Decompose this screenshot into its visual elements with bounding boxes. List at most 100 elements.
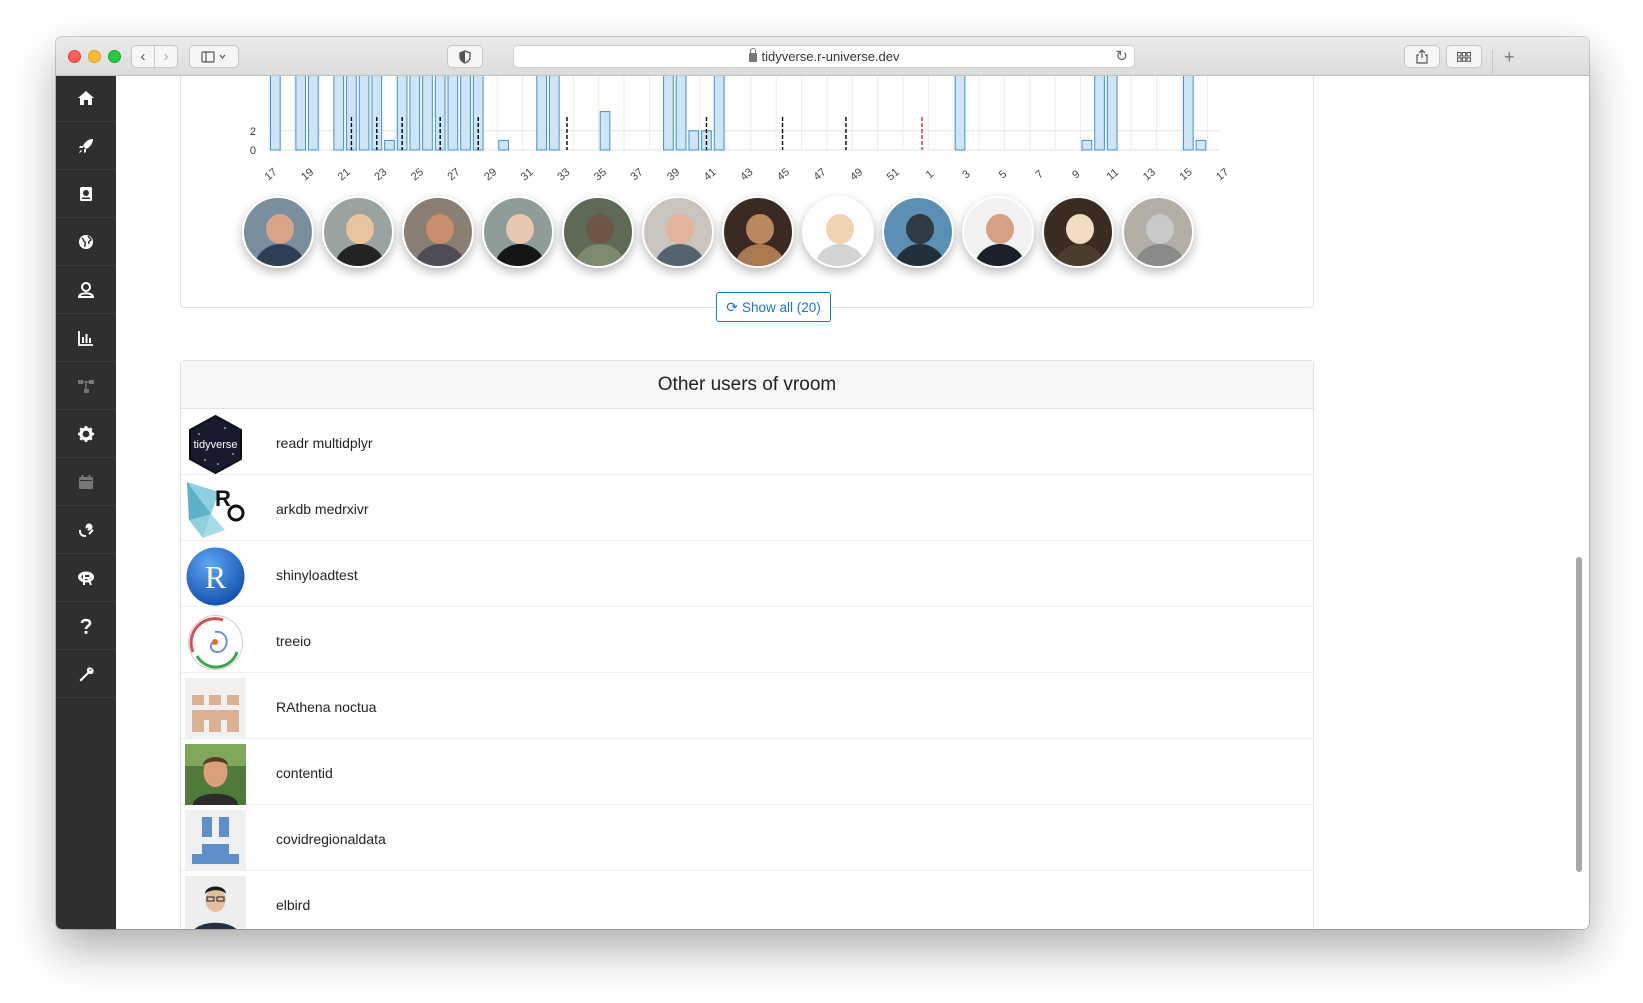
contributor-avatar[interactable] [722,196,794,268]
ropensci-logo[interactable]: R [185,480,246,541]
show-all-contributors-button[interactable]: ⟳ Show all (20) [716,292,831,322]
user-name[interactable]: treeio [276,633,311,649]
chevron-right-icon: › [163,48,169,65]
wrench-icon [79,666,94,681]
user-row[interactable]: elbird [181,871,1313,929]
sidebar-item-r-logo[interactable] [56,554,116,602]
user-row[interactable]: contentid [181,739,1313,805]
r-logo[interactable]: R [185,546,246,607]
user-row[interactable]: tidyverse readr multidplyr [181,409,1313,475]
chart-bar[interactable] [1182,76,1194,151]
contributor-avatar[interactable] [242,196,314,268]
user-row[interactable]: Rarkdb medrxivr [181,475,1313,541]
minimize-window-button[interactable] [88,50,101,63]
x-tick-label: 25 [409,166,426,183]
chart-bar[interactable] [295,76,307,151]
toolbar-divider [1492,50,1493,76]
home-icon [78,90,94,105]
user-name[interactable]: elbird [276,897,310,913]
contributor-avatar[interactable] [1122,196,1194,268]
avatar-body [494,244,546,266]
identicon-orange[interactable] [185,678,246,739]
user-row[interactable]: covidregionaldata [181,805,1313,871]
chart-bar[interactable] [954,76,966,151]
chart-bar[interactable] [536,76,547,151]
user-name[interactable]: readr multidplyr [276,435,372,451]
new-tab-icon[interactable]: + [1504,47,1515,68]
chart-bar[interactable] [422,76,433,151]
chart-bar[interactable] [599,111,611,151]
chart-bar[interactable] [1195,139,1207,151]
contributor-avatar[interactable] [482,196,554,268]
person-avatar-2[interactable] [185,876,246,929]
tidyverse-logo[interactable]: tidyverse [185,414,246,475]
x-tick-label: 17 [263,166,280,183]
contributor-avatar[interactable] [322,196,394,268]
chart-bar[interactable] [548,76,560,151]
user-row[interactable]: Rshinyloadtest [181,541,1313,607]
chart-bar[interactable] [713,76,725,151]
chart-bar[interactable] [1094,76,1105,151]
treeio-logo[interactable] [185,612,246,673]
sidebar-item-home[interactable] [56,74,116,122]
chart-bar[interactable] [498,139,509,151]
sidebar-item-bar-chart[interactable] [56,314,116,362]
tab-overview-button[interactable] [1446,45,1482,68]
y-tick-label: 0 [250,145,256,157]
contributor-avatar[interactable] [1042,196,1114,268]
user-row[interactable]: RAthena noctua [181,673,1313,739]
sidebar-item-satellite[interactable] [56,506,116,554]
chart-bar[interactable] [688,130,700,151]
chart-bar[interactable] [358,76,370,151]
sidebar-item-user[interactable] [56,266,116,314]
chart-bar[interactable] [308,76,319,151]
contributor-avatar[interactable] [962,196,1034,268]
forward-button[interactable]: › [154,45,178,68]
sidebar-toggle-button[interactable] [189,45,239,68]
user-name[interactable]: arkdb medrxivr [276,501,369,517]
sidebar-item-sitemap[interactable] [56,362,116,410]
contributor-avatar[interactable] [402,196,474,268]
user-name[interactable]: RAthena noctua [276,699,376,715]
chart-bar[interactable] [663,76,674,151]
sidebar-item-book[interactable] [56,170,116,218]
chart-bar[interactable] [409,76,421,151]
user-name[interactable]: shinyloadtest [276,567,358,583]
address-bar[interactable]: tidyverse.r-universe.dev ↻ [513,45,1135,68]
user-row[interactable]: treeio [181,607,1313,673]
contributor-avatar[interactable] [882,196,954,268]
user-name[interactable]: covidregionaldata [276,831,386,847]
sidebar-item-rocket[interactable] [56,122,116,170]
contributor-avatar[interactable] [642,196,714,268]
sidebar-item-gear[interactable] [56,410,116,458]
avatar-face [986,214,1014,244]
user-name[interactable]: contentid [276,765,333,781]
avatar-body [814,244,866,266]
contributor-avatar[interactable] [802,196,874,268]
chart-bar[interactable] [333,76,345,151]
page-scrollbar[interactable] [1576,557,1582,872]
reload-icon[interactable]: ↻ [1115,47,1128,65]
contributor-avatar[interactable] [562,196,634,268]
chart-bar[interactable] [447,76,459,151]
chart-bar[interactable] [1081,139,1093,151]
sidebar-item-question[interactable] [56,602,116,650]
book-icon [80,186,92,201]
privacy-report-button[interactable] [447,45,483,68]
chart-bar[interactable] [460,76,471,151]
back-button[interactable]: ‹ [131,45,155,68]
chart-bar[interactable] [384,139,395,151]
sidebar-item-calendar[interactable] [56,458,116,506]
svg-text:R: R [205,559,227,595]
close-window-button[interactable] [68,50,81,63]
chart-bar[interactable] [675,76,687,151]
identicon-blue[interactable] [185,810,246,871]
sidebar-item-wrench[interactable] [56,650,116,698]
x-tick-label: 41 [702,166,719,183]
sidebar-item-globe[interactable] [56,218,116,266]
zoom-window-button[interactable] [108,50,121,63]
chart-bar[interactable] [1106,76,1118,151]
person-avatar[interactable] [185,744,246,805]
share-button[interactable] [1404,45,1440,68]
chart-bar[interactable] [270,76,281,151]
